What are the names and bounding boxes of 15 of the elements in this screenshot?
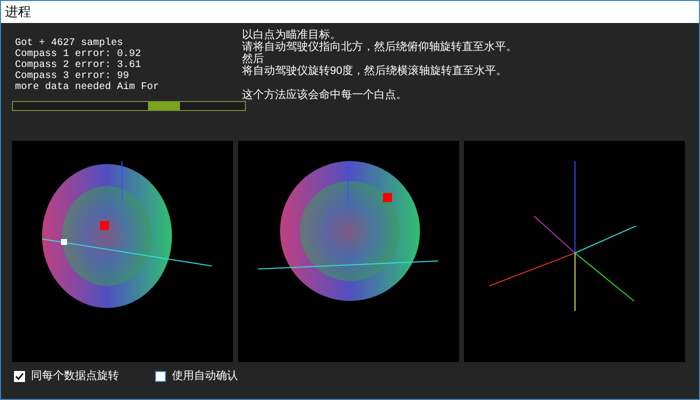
instruction-note: 这个方法应该会命中每一个白点。	[242, 89, 408, 101]
window-title: 进程	[5, 3, 31, 22]
checkbox-label: 同每个数据点旋转	[31, 368, 119, 384]
status-line: Got + 4627 samples	[15, 39, 124, 49]
instruction-line: 将自动驾驶仪旋转90度，然后绕横滚轴旋转直至水平。	[242, 65, 508, 77]
checkbox-label: 使用自动确认	[172, 368, 238, 384]
status-line: Compass 3 error: 99	[15, 72, 130, 82]
status-line: more data needed Aim For	[15, 83, 160, 94]
checkbox[interactable]	[155, 370, 166, 382]
checkbox[interactable]	[14, 370, 25, 382]
instruction-line: 以白点为瞄准目标。	[242, 29, 342, 41]
instruction-line: 请将自动驾驶仪指向北方，然后绕俯仰轴旋转直至水平。	[242, 41, 517, 53]
status-line: Compass 2 error: 3.61	[15, 61, 142, 71]
status-line: Compass 1 error: 0.92	[15, 50, 142, 60]
instruction-line: 然后	[242, 53, 265, 65]
